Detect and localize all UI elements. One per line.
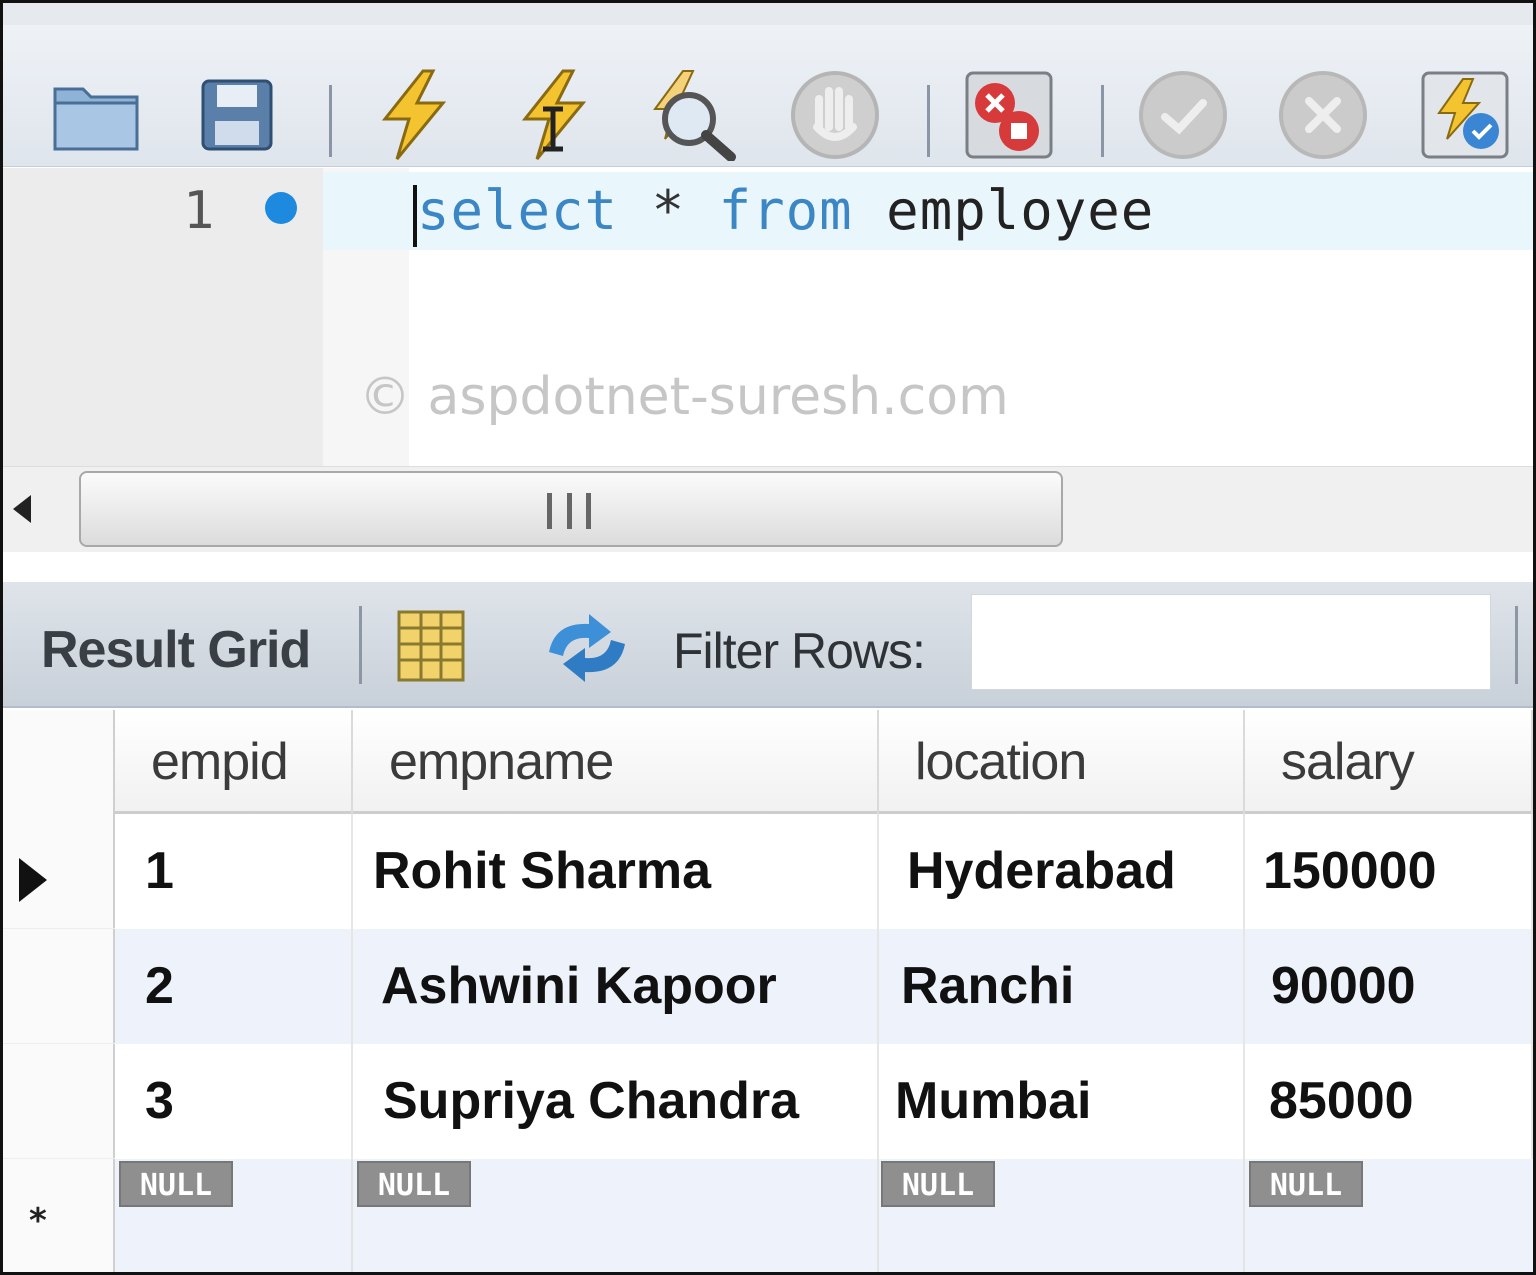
autocommit-icon (1421, 71, 1509, 159)
panel-gap (3, 552, 1533, 582)
column-header-empname[interactable]: empname (353, 710, 879, 814)
refresh-button[interactable] (539, 612, 635, 688)
execute-button[interactable] (365, 67, 461, 163)
lightning-icon (381, 69, 447, 160)
column-header-salary[interactable]: salary (1245, 710, 1533, 814)
x-circle-icon (1279, 71, 1367, 159)
error-stop-icon (965, 71, 1053, 159)
stop-button[interactable] (787, 67, 883, 163)
current-row-arrow-icon (19, 858, 47, 902)
cell-location[interactable]: Mumbai (879, 1044, 1245, 1159)
row-marker-current[interactable] (3, 814, 115, 929)
rollback-button[interactable] (1275, 67, 1371, 163)
sql-table-name: employee (852, 179, 1155, 242)
result-grid: * empid empname location salary 1 Rohit … (3, 710, 1533, 1272)
sql-workbench-window: 1 select * from employee © aspdotnet-sur… (0, 0, 1536, 1275)
toolbar-separator (1101, 85, 1104, 157)
table-row[interactable]: 2 Ashwini Kapoor Ranchi 90000 (115, 929, 1533, 1044)
grid-layout-button[interactable] (395, 608, 467, 688)
cell-empid[interactable]: 2 (115, 929, 353, 1044)
row-marker[interactable] (3, 929, 115, 1044)
cell-salary[interactable]: 90000 (1245, 929, 1533, 1044)
filter-rows-input[interactable] (971, 594, 1491, 690)
result-grid-tab[interactable]: Result Grid (41, 620, 311, 680)
null-badge: NULL (881, 1161, 995, 1207)
table-row[interactable]: 3 Supriya Chandra Mumbai 85000 (115, 1044, 1533, 1159)
grip-icon (547, 493, 591, 529)
column-header-location[interactable]: location (879, 710, 1245, 814)
column-header-empid[interactable]: empid (115, 710, 353, 814)
sql-statement-line[interactable]: select * from employee (417, 179, 1154, 242)
filter-rows-label: Filter Rows: (673, 623, 926, 679)
floppy-disk-icon (201, 79, 273, 151)
cell-empid[interactable]: 1 (115, 814, 353, 929)
row-marker[interactable] (3, 1044, 115, 1159)
cell-empname[interactable]: Supriya Chandra (353, 1044, 879, 1159)
magnifier-icon (653, 70, 736, 161)
column-header-row: empid empname location salary (115, 710, 1533, 814)
column-divider (877, 1159, 879, 1272)
column-divider (1243, 1159, 1245, 1272)
refresh-arrows-icon (549, 614, 625, 682)
column-divider (351, 1159, 353, 1272)
result-toolbar: Result Grid Filter Rows: (3, 582, 1533, 708)
null-badge: NULL (1249, 1161, 1363, 1207)
line-number: 1 (183, 181, 215, 241)
toolbar-top-strip (3, 3, 1533, 25)
explain-button[interactable] (643, 67, 739, 163)
open-file-button[interactable] (49, 67, 145, 163)
continue-on-error-toggle[interactable] (961, 67, 1057, 163)
cell-empid[interactable]: 3 (115, 1044, 353, 1159)
toolbar-separator (359, 606, 362, 684)
cell-location[interactable]: Ranchi (879, 929, 1245, 1044)
statement-marker-dot (265, 192, 297, 224)
row-marker-new[interactable]: * (3, 1159, 115, 1272)
table-row[interactable]: 1 Rohit Sharma Hyderabad 150000 (115, 814, 1533, 929)
grid-columns-icon (397, 610, 465, 682)
null-badge: NULL (119, 1161, 233, 1207)
cell-empname[interactable]: Rohit Sharma (353, 814, 879, 929)
watermark-text: © aspdotnet-suresh.com (359, 367, 1009, 427)
sql-operator-star: * (618, 179, 719, 242)
execute-current-statement-button[interactable] (505, 67, 601, 163)
cell-salary[interactable]: 150000 (1245, 814, 1533, 929)
new-row-star-icon: * (29, 1201, 47, 1241)
check-circle-icon (1139, 71, 1227, 159)
toolbar-separator (1515, 606, 1518, 684)
editor-horizontal-scrollbar[interactable] (3, 466, 1533, 552)
scroll-left-arrow-icon[interactable] (13, 495, 31, 523)
toolbar-separator (329, 85, 332, 157)
toolbar-separator (927, 85, 930, 157)
row-header-column: * (3, 710, 115, 1272)
lightning-cursor-icon (521, 69, 587, 160)
sql-keyword-select: select (417, 179, 619, 242)
hand-stop-icon (791, 71, 879, 159)
cell-salary[interactable]: 85000 (1245, 1044, 1533, 1159)
table-row-new[interactable]: NULL NULL NULL NULL (115, 1159, 1533, 1272)
query-toolbar (3, 25, 1533, 167)
commit-button[interactable] (1135, 67, 1231, 163)
cell-empname[interactable]: Ashwini Kapoor (353, 929, 879, 1044)
cell-location[interactable]: Hyderabad (879, 814, 1245, 929)
scrollbar-thumb[interactable] (79, 471, 1063, 547)
save-button[interactable] (189, 67, 285, 163)
sql-keyword-from: from (718, 179, 853, 242)
null-badge: NULL (357, 1161, 471, 1207)
autocommit-toggle[interactable] (1417, 67, 1513, 163)
folder-icon (53, 87, 139, 151)
